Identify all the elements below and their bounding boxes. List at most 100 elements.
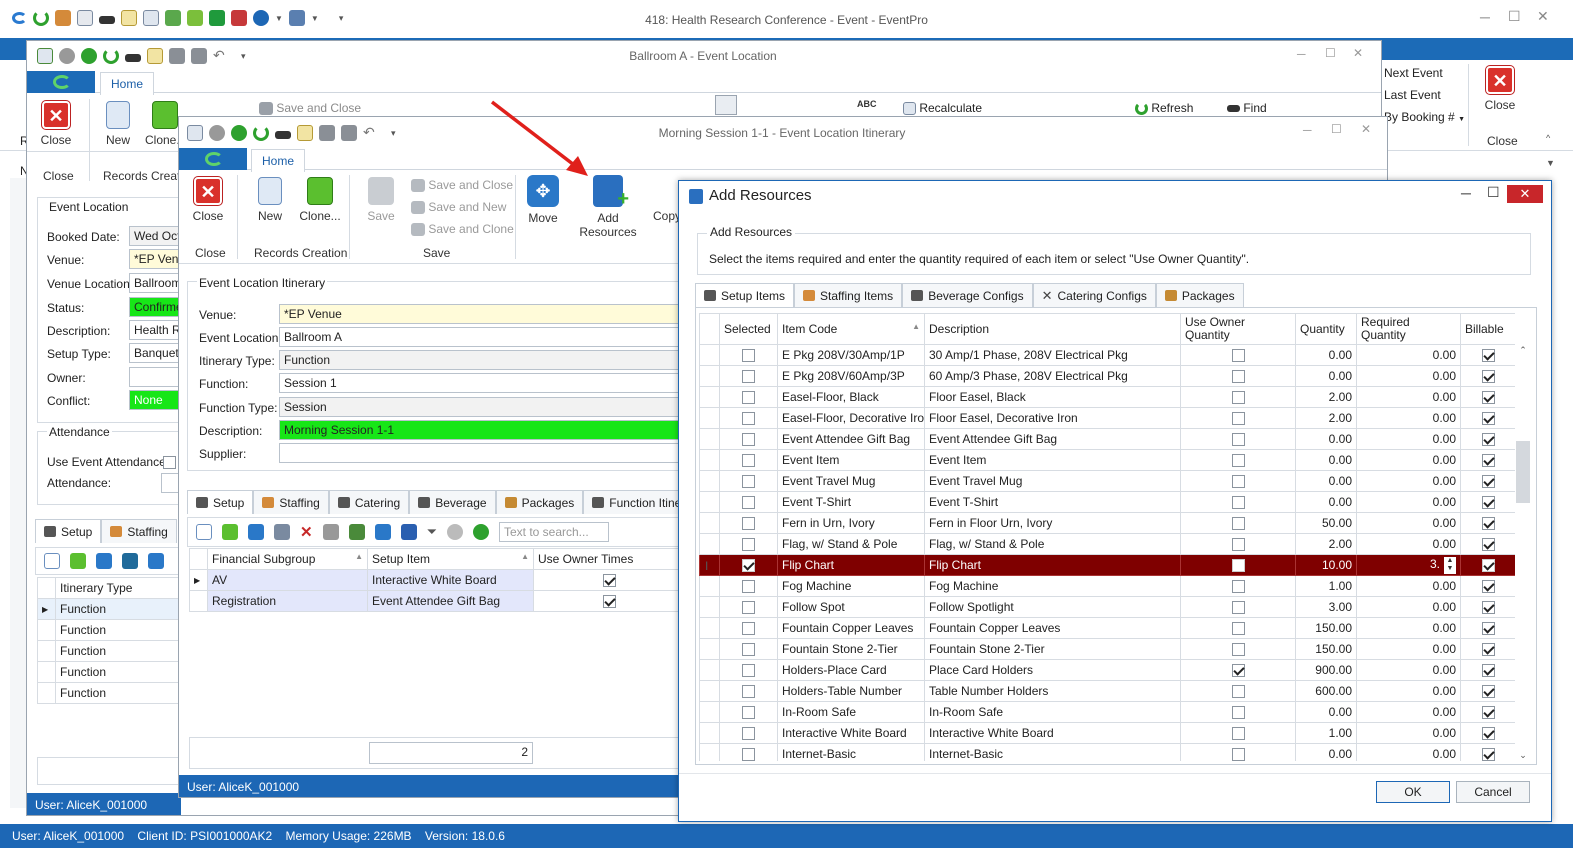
use-owner-quantity-checkbox[interactable]: [1231, 622, 1245, 636]
add-resources-button[interactable]: + Add Resources: [569, 175, 647, 239]
billable-checkbox[interactable]: [1481, 517, 1495, 531]
close-icon[interactable]: ✕: [1537, 8, 1549, 25]
billable-checkbox[interactable]: [1481, 727, 1495, 741]
dialog-close-button[interactable]: ✕: [1507, 185, 1543, 203]
recalculate-button[interactable]: Recalculate: [903, 101, 982, 116]
forward-icon[interactable]: [472, 524, 489, 540]
item-code-header[interactable]: Item Code ▲: [777, 313, 925, 345]
tab-home[interactable]: Home: [251, 149, 306, 172]
table-row[interactable]: Easel-Floor, Decorative Iron Floor Easel,…: [699, 407, 1515, 429]
description-header[interactable]: Description: [924, 313, 1181, 345]
table-row[interactable]: Function: [37, 682, 183, 704]
billable-checkbox[interactable]: [1481, 412, 1495, 426]
table-row[interactable]: Flag, w/ Stand & Pole Flag, w/ Stand & Po…: [699, 533, 1515, 555]
table-row[interactable]: Holders-Table Number Table Number Holders…: [699, 680, 1515, 702]
new-row-icon[interactable]: [196, 524, 212, 540]
add-icon[interactable]: [222, 524, 238, 540]
use-owner-quantity-checkbox[interactable]: [1231, 664, 1245, 678]
import-icon[interactable]: [400, 524, 417, 540]
billable-checkbox[interactable]: [1481, 496, 1495, 510]
table-row[interactable]: Fountain Stone 2-Tier Fountain Stone 2-Ti…: [699, 638, 1515, 660]
expand-icon[interactable]: ▼: [1546, 158, 1555, 168]
app-menu-button[interactable]: [27, 71, 95, 93]
billable-checkbox[interactable]: [1481, 433, 1495, 447]
use-owner-quantity-checkbox[interactable]: [1231, 748, 1245, 761]
billable-checkbox[interactable]: [1481, 370, 1495, 384]
tab-function-itinerary[interactable]: Function Itine: [583, 490, 691, 514]
table-row[interactable]: E Pkg 208V/30Amp/1P 30 Amp/1 Phase, 208V …: [699, 344, 1515, 366]
billable-checkbox[interactable]: [1481, 475, 1495, 489]
ballroom-new-button[interactable]: New: [103, 101, 133, 147]
table-row[interactable]: Event Item Event Item 0.00 0.00: [699, 449, 1515, 471]
use-owner-quantity-checkbox[interactable]: [1231, 685, 1245, 699]
table-row[interactable]: ▶ Function: [37, 598, 183, 620]
scrollbar-thumb[interactable]: [1516, 441, 1530, 503]
table-row[interactable]: ▶ AV Interactive White Board: [189, 569, 686, 591]
use-owner-times-checkbox[interactable]: [603, 595, 616, 609]
use-owner-quantity-checkbox[interactable]: [1231, 349, 1245, 363]
tab-catering-configs[interactable]: ✕ Catering Configs: [1032, 283, 1156, 307]
use-owner-quantity-checkbox[interactable]: [1231, 538, 1245, 552]
table-row[interactable]: Function: [37, 661, 183, 683]
billable-header[interactable]: Billable: [1460, 313, 1515, 345]
find-button[interactable]: Find: [1227, 101, 1267, 115]
required-quantity-header[interactable]: Required Quantity: [1356, 313, 1461, 345]
billable-checkbox[interactable]: [1481, 706, 1495, 720]
scroll-down-icon[interactable]: ⌄: [1515, 750, 1531, 761]
table-row[interactable]: Internet-Basic Internet-Basic 0.00 0.00: [699, 743, 1515, 761]
export-icon[interactable]: [374, 524, 391, 540]
description-field[interactable]: Morning Session 1-1: [279, 420, 683, 440]
table-row[interactable]: Fern in Urn, Ivory Fern in Floor Urn, Ivo…: [699, 512, 1515, 534]
table-row[interactable]: Function: [37, 640, 183, 662]
tab-staffing[interactable]: Staffing: [101, 519, 177, 543]
table-row[interactable]: In-Room Safe In-Room Safe 0.00 0.00: [699, 701, 1515, 723]
selected-checkbox[interactable]: [742, 517, 755, 531]
table-row[interactable]: Registration Event Attendee Gift Bag: [189, 590, 686, 612]
maximize-icon[interactable]: ☐: [1331, 122, 1342, 136]
selected-checkbox[interactable]: [742, 349, 755, 363]
selected-checkbox[interactable]: [742, 538, 755, 552]
save-and-close-button[interactable]: Save and Close: [259, 101, 361, 116]
tab-setup[interactable]: Setup: [35, 519, 102, 543]
selected-checkbox[interactable]: [742, 706, 755, 720]
by-booking-button[interactable]: By Booking # ▼: [1384, 110, 1465, 124]
itinerary-save-button[interactable]: Save: [365, 177, 397, 223]
itinerary-type-header[interactable]: Itinerary Type: [55, 577, 183, 599]
minimize-icon[interactable]: ─: [1461, 185, 1471, 201]
abc-spellcheck-button[interactable]: ABC: [857, 99, 877, 109]
itinerary-clone-button[interactable]: Clone...: [297, 177, 343, 223]
table-row[interactable]: Event Travel Mug Event Travel Mug 0.00 0.00: [699, 470, 1515, 492]
selected-checkbox[interactable]: [742, 412, 755, 426]
billable-checkbox[interactable]: [1481, 622, 1495, 636]
required-quantity-input[interactable]: 3.: [1429, 557, 1444, 572]
table-row[interactable]: Event T-Shirt Event T-Shirt 0.00 0.00: [699, 491, 1515, 513]
itinerary-close-button[interactable]: ✕ Close: [191, 177, 225, 223]
selected-checkbox[interactable]: [742, 391, 755, 405]
scroll-up-icon[interactable]: ⌃: [1515, 345, 1531, 356]
use-owner-quantity-header[interactable]: Use Owner Quantity: [1180, 313, 1296, 345]
billable-checkbox[interactable]: [1481, 664, 1495, 678]
table-row[interactable]: Follow Spot Follow Spotlight 3.00 0.00: [699, 596, 1515, 618]
billable-checkbox[interactable]: [1481, 391, 1495, 405]
selected-checkbox[interactable]: [742, 454, 755, 468]
supplier-field[interactable]: [279, 443, 683, 463]
tab-packages[interactable]: Packages: [495, 490, 584, 514]
spinner-icon[interactable]: ▲ ▼: [1444, 556, 1456, 574]
minimize-icon[interactable]: ─: [1480, 9, 1490, 25]
use-owner-quantity-checkbox[interactable]: [1231, 601, 1245, 615]
use-owner-quantity-checkbox[interactable]: [1231, 391, 1245, 405]
setup-item-header[interactable]: Setup Item ▲: [367, 548, 534, 570]
use-owner-quantity-checkbox[interactable]: [1231, 454, 1245, 468]
venue-field[interactable]: *EP Venue: [279, 304, 683, 324]
billable-checkbox[interactable]: [1481, 349, 1495, 363]
selected-checkbox[interactable]: [742, 748, 755, 761]
table-row[interactable]: Fountain Copper Leaves Fountain Copper Le…: [699, 617, 1515, 639]
minimize-icon[interactable]: ─: [1303, 123, 1312, 137]
last-event-button[interactable]: Last Event: [1384, 88, 1441, 102]
filter-icon[interactable]: ⏷: [427, 524, 437, 540]
sort-icon[interactable]: [715, 95, 737, 115]
add-blue-icon[interactable]: [96, 553, 112, 569]
table-row[interactable]: Interactive White Board Interactive White…: [699, 722, 1515, 744]
table-row[interactable]: Function: [37, 619, 183, 641]
table-row[interactable]: Fog Machine Fog Machine 1.00 0.00: [699, 575, 1515, 597]
